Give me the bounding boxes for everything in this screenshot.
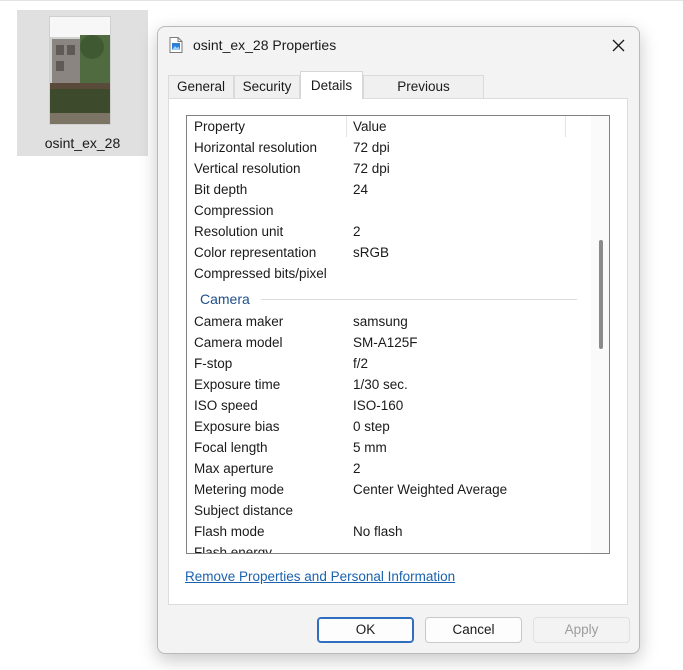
property-value: 0 step <box>353 419 390 434</box>
desktop-file-icon[interactable]: osint_ex_28 <box>17 10 148 156</box>
group-divider <box>261 299 577 300</box>
property-value: samsung <box>353 314 408 329</box>
list-item[interactable]: F-stop f/2 <box>187 353 591 374</box>
property-rows: Horizontal resolution 72 dpi Vertical re… <box>187 137 591 554</box>
property-name: Vertical resolution <box>194 161 301 176</box>
group-header-camera: Camera <box>187 284 591 311</box>
top-divider <box>0 0 683 1</box>
list-item[interactable]: Camera model SM-A125F <box>187 332 591 353</box>
list-item[interactable]: Subject distance <box>187 500 591 521</box>
list-item[interactable]: Vertical resolution 72 dpi <box>187 158 591 179</box>
property-value: f/2 <box>353 356 369 371</box>
image-file-icon <box>169 37 183 53</box>
list-header: Property Value <box>187 116 591 137</box>
property-value: SM-A125F <box>353 335 418 350</box>
property-name: Resolution unit <box>194 224 284 239</box>
close-icon <box>612 39 624 51</box>
properties-list[interactable]: Property Value Horizontal resolution 72 … <box>186 115 610 554</box>
details-panel: Property Value Horizontal resolution 72 … <box>168 98 628 605</box>
property-name: Max aperture <box>194 461 274 476</box>
list-item[interactable]: Compressed bits/pixel <box>187 263 591 284</box>
dialog-title: osint_ex_28 Properties <box>193 37 337 53</box>
property-value: sRGB <box>353 245 390 260</box>
list-item[interactable]: Compression <box>187 200 591 221</box>
property-name: Metering mode <box>194 482 285 497</box>
ok-button[interactable]: OK <box>317 617 414 643</box>
property-value: No flash <box>353 524 403 539</box>
property-name: Flash mode <box>194 524 265 539</box>
vertical-scrollbar[interactable] <box>591 116 609 553</box>
file-label: osint_ex_28 <box>44 135 121 151</box>
tab-general[interactable]: General <box>168 75 234 98</box>
list-item[interactable]: Bit depth 24 <box>187 179 591 200</box>
column-header-value[interactable]: Value <box>353 119 387 134</box>
list-item[interactable]: Resolution unit 2 <box>187 221 591 242</box>
cancel-button[interactable]: Cancel <box>425 617 522 643</box>
property-name: Focal length <box>194 440 268 455</box>
property-value: ISO-160 <box>353 398 404 413</box>
list-item[interactable]: Focal length 5 mm <box>187 437 591 458</box>
list-item[interactable]: Camera maker samsung <box>187 311 591 332</box>
property-name: Exposure time <box>194 377 281 392</box>
property-value: 1/30 sec. <box>353 377 408 392</box>
property-value: 72 dpi <box>353 161 390 176</box>
property-name: Camera model <box>194 335 283 350</box>
property-name: Flash energy <box>194 545 273 554</box>
property-name: Exposure bias <box>194 419 280 434</box>
list-item[interactable]: Flash energy <box>187 542 591 554</box>
close-button[interactable] <box>605 32 631 58</box>
property-name: Horizontal resolution <box>194 140 318 155</box>
property-name: Compressed bits/pixel <box>194 266 327 281</box>
list-item[interactable]: Exposure time 1/30 sec. <box>187 374 591 395</box>
property-name: Bit depth <box>194 182 248 197</box>
column-header-property[interactable]: Property <box>194 119 245 134</box>
property-value: 72 dpi <box>353 140 390 155</box>
list-item[interactable]: ISO speed ISO-160 <box>187 395 591 416</box>
list-item[interactable]: Max aperture 2 <box>187 458 591 479</box>
tab-details[interactable]: Details <box>300 71 363 99</box>
tab-security[interactable]: Security <box>234 75 300 98</box>
apply-button[interactable]: Apply <box>533 617 630 643</box>
remove-properties-link[interactable]: Remove Properties and Personal Informati… <box>185 569 455 584</box>
tab-previous-versions[interactable]: Previous Versions <box>363 75 484 116</box>
property-value: 2 <box>353 224 361 239</box>
image-thumbnail <box>50 17 110 124</box>
property-name: Subject distance <box>194 503 294 518</box>
list-item[interactable]: Horizontal resolution 72 dpi <box>187 137 591 158</box>
properties-dialog: osint_ex_28 Properties General Security … <box>157 26 640 654</box>
property-name: Compression <box>194 203 274 218</box>
property-name: F-stop <box>194 356 233 371</box>
property-value: 5 mm <box>353 440 387 455</box>
property-value: Center Weighted Average <box>353 482 508 497</box>
group-title: Camera <box>200 291 250 307</box>
column-divider[interactable] <box>565 116 566 137</box>
list-item[interactable]: Metering mode Center Weighted Average <box>187 479 591 500</box>
property-value: 2 <box>353 461 361 476</box>
column-divider[interactable] <box>346 116 347 137</box>
scrollbar-thumb[interactable] <box>599 240 603 349</box>
property-value: 24 <box>353 182 369 197</box>
list-item[interactable]: Exposure bias 0 step <box>187 416 591 437</box>
list-item[interactable]: Color representation sRGB <box>187 242 591 263</box>
property-name: Color representation <box>194 245 317 260</box>
property-name: Camera maker <box>194 314 284 329</box>
property-name: ISO speed <box>194 398 258 413</box>
list-item[interactable]: Flash mode No flash <box>187 521 591 542</box>
